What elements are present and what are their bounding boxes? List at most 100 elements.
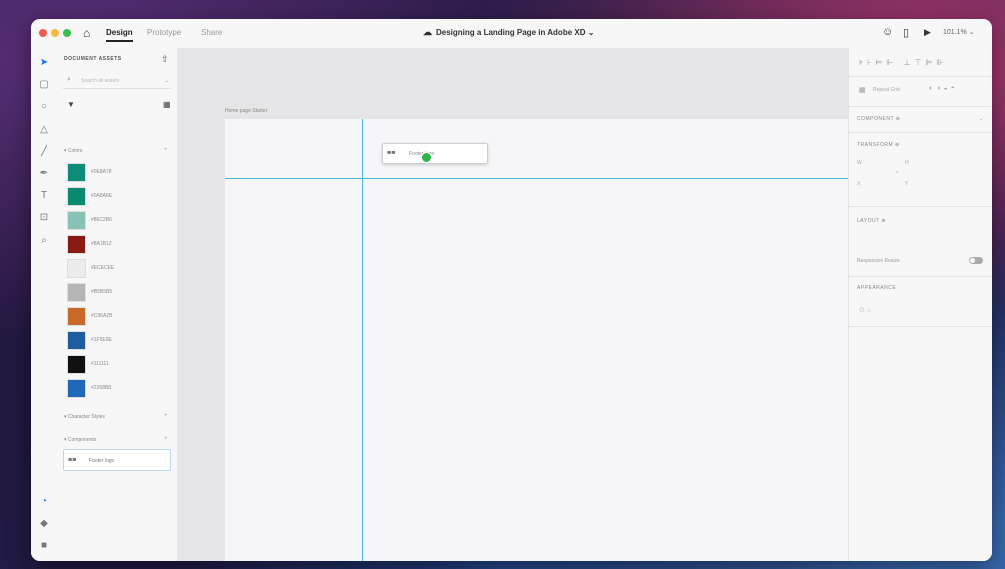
color-hex-label: #8A1B12 (91, 241, 112, 247)
cloud-icon: ☁ (423, 27, 432, 37)
title-bar: ⌂ Design Prototype Share ☁ Designing a La… (31, 19, 992, 49)
color-swatch-row[interactable]: #B5B5B5 (65, 281, 171, 303)
color-hex-label: #ECECEE (91, 265, 115, 271)
chevron-down-icon[interactable]: ⌄ (165, 78, 169, 84)
select-tool-icon[interactable]: ➤ (38, 57, 50, 68)
divider (849, 132, 992, 133)
ellipse-tool-icon[interactable]: ○ (38, 101, 50, 112)
color-swatch-row[interactable]: #0E8A78 (65, 161, 171, 183)
width-field[interactable]: W (857, 160, 862, 166)
divider (849, 276, 992, 277)
design-canvas[interactable]: Home page Starter ≋≋ Footer logo (177, 48, 848, 561)
align-icons[interactable]: ⊧⊦⊨⊩ ⊥⊤⊫⊪ (859, 58, 947, 67)
artboard-label[interactable]: Home page Starter (225, 108, 267, 114)
repeat-grid-icon[interactable]: ▦ (859, 86, 866, 94)
play-icon[interactable]: ▶ (924, 27, 931, 38)
polygon-tool-icon[interactable]: △ (38, 124, 50, 135)
transform-section-header[interactable]: TRANSFORM ⊕ (857, 142, 900, 148)
assets-panel-icon[interactable]: ◔ (38, 496, 50, 507)
assets-title: DOCUMENT ASSETS (64, 56, 122, 62)
color-hex-label: #86C2B6 (91, 217, 112, 223)
search-icon: ⌕ (67, 76, 71, 83)
dragged-component[interactable]: ≋≋ Footer logo (382, 143, 488, 164)
text-tool-icon[interactable]: T (38, 190, 50, 201)
x-field[interactable]: X (857, 181, 860, 187)
color-hex-label: #C96A2B (91, 313, 113, 319)
filter-icon[interactable]: ▼ (67, 100, 75, 109)
color-hex-label: #1F5E9E (91, 337, 112, 343)
y-field[interactable]: Y (905, 181, 908, 187)
component-thumbnail: ≋≋ (387, 150, 396, 156)
chevron-down-icon[interactable]: ⌄ (979, 116, 983, 122)
repeat-grid-label[interactable]: Repeat Grid (873, 87, 900, 93)
home-icon[interactable]: ⌂ (83, 26, 90, 40)
component-section-header[interactable]: COMPONENT ⊕ (857, 116, 901, 122)
color-swatch (67, 187, 86, 206)
appearance-section-header[interactable]: APPEARANCE (857, 285, 896, 291)
layers-icon[interactable]: ◆ (38, 518, 50, 529)
plugins-icon[interactable]: ■ (38, 540, 50, 551)
color-hex-label: #111111 (91, 361, 109, 367)
device-preview-icon[interactable]: ▯ (903, 26, 909, 39)
component-thumbnail: ≋≋ (68, 457, 77, 463)
grid-view-icon[interactable]: ▦ (163, 100, 171, 109)
horizontal-guide[interactable] (225, 178, 848, 179)
tab-share[interactable]: Share (201, 28, 222, 37)
divider (849, 106, 992, 107)
pen-tool-icon[interactable]: ✒ (38, 168, 50, 179)
add-character-style-icon[interactable]: + (164, 413, 168, 419)
responsive-resize-label: Responsive Resize (857, 258, 900, 264)
color-swatch (67, 235, 86, 254)
zoom-level[interactable]: 101.1% ⌄ (943, 28, 975, 36)
character-styles-header[interactable]: ▾ Character Styles (64, 414, 105, 420)
artboard[interactable]: ≋≋ Footer logo (225, 119, 848, 561)
add-component-icon[interactable]: + (164, 436, 168, 442)
add-color-icon[interactable]: + (164, 147, 168, 153)
component-item-footer-logo[interactable]: ≋≋ Footer logo (63, 449, 171, 471)
share-icon[interactable]: ⇧ (161, 54, 169, 65)
color-swatch-row[interactable]: #2268B8 (65, 377, 171, 399)
color-hex-label: #0E8A78 (91, 169, 112, 175)
user-icon[interactable]: ☺ (882, 26, 893, 38)
close-window-button[interactable] (39, 29, 47, 37)
tab-prototype[interactable]: Prototype (147, 28, 181, 37)
responsive-resize-toggle[interactable] (969, 257, 983, 264)
color-swatch-row[interactable]: #ECECEE (65, 257, 171, 279)
color-swatch (67, 163, 86, 182)
document-title[interactable]: ☁ Designing a Landing Page in Adobe XD ⌄ (423, 27, 594, 38)
minimize-window-button[interactable] (51, 29, 59, 37)
line-tool-icon[interactable]: ╱ (38, 146, 50, 157)
zoom-tool-icon[interactable]: ⌕ (38, 235, 50, 246)
component-states-icon[interactable]: ⊙ ⌂ (859, 306, 871, 314)
divider (849, 206, 992, 207)
color-swatch (67, 211, 86, 230)
components-header[interactable]: ▾ Components (64, 437, 96, 443)
color-swatch (67, 379, 86, 398)
height-field[interactable]: H (905, 160, 909, 166)
lock-aspect-icon[interactable]: ⚬ (895, 170, 899, 176)
color-hex-label: #0A8A6E (91, 193, 113, 199)
vertical-guide[interactable] (362, 119, 363, 561)
rectangle-tool-icon[interactable]: ▢ (38, 79, 50, 90)
color-swatch (67, 259, 86, 278)
layout-section-header[interactable]: LAYOUT ⊕ (857, 218, 886, 224)
color-swatch-row[interactable]: #0A8A6E (65, 185, 171, 207)
property-inspector: ⊧⊦⊨⊩ ⊥⊤⊫⊪ ▦ Repeat Grid ◐◑◒◓ COMPONENT ⊕… (848, 48, 992, 561)
color-swatch-row[interactable]: #1F5E9E (65, 329, 171, 351)
color-hex-label: #B5B5B5 (91, 289, 113, 295)
xd-window: ⌂ Design Prototype Share ☁ Designing a La… (31, 19, 992, 561)
boolean-ops-icons[interactable]: ◐◑◒◓ (929, 85, 958, 92)
color-swatch-row[interactable]: #C96A2B (65, 305, 171, 327)
color-swatch-row[interactable]: #8A1B12 (65, 233, 171, 255)
zoom-window-button[interactable] (63, 29, 71, 37)
drag-cursor-icon (421, 152, 432, 163)
color-swatch-row[interactable]: #86C2B6 (65, 209, 171, 231)
color-swatch-row[interactable]: #111111 (65, 353, 171, 375)
assets-panel: DOCUMENT ASSETS ⇧ ⌕ Search all assets ⌄ … (57, 48, 178, 561)
tab-design[interactable]: Design (106, 28, 133, 42)
colors-section-header[interactable]: ▾ Colors (64, 148, 82, 154)
color-hex-label: #2268B8 (91, 385, 112, 391)
artboard-tool-icon[interactable]: ⊡ (38, 212, 50, 223)
asset-search-input[interactable]: ⌕ Search all assets ⌄ (63, 75, 171, 89)
component-label: Footer logo (89, 458, 115, 464)
